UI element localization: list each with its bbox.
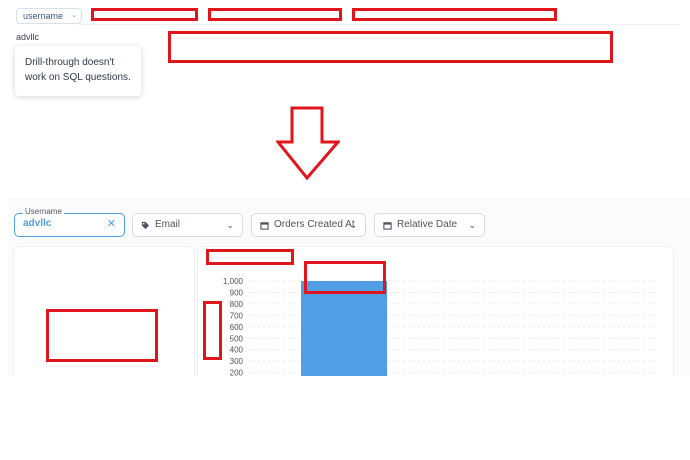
- email-filter-label: Email: [155, 219, 181, 230]
- redaction-box: [352, 8, 557, 21]
- chevron-down-icon: ⌄: [226, 220, 234, 230]
- redaction-box: [208, 8, 342, 21]
- down-arrow-icon: [276, 106, 340, 180]
- y-tick-label: 900: [230, 288, 244, 297]
- redaction-box: [203, 301, 222, 360]
- chevron-down-icon: ⌄: [468, 220, 476, 230]
- y-tick-label: 700: [230, 311, 244, 320]
- close-icon[interactable]: ✕: [107, 217, 116, 230]
- username-filter-legend: Username: [23, 207, 64, 216]
- filter-pill-label: username: [23, 11, 64, 21]
- bar[interactable]: [301, 281, 387, 376]
- y-tick-label: 1,000: [223, 277, 244, 286]
- orders-created-at-label: Orders Created At: [274, 219, 355, 230]
- dashboard-card-chart: 1,000 900 800 700 600 500 400 300 200: [198, 247, 673, 376]
- dashboard-panel: Username advllc ✕ Email ⌄ Orders Created: [8, 198, 690, 376]
- tooltip: Drill-through doesn't work on SQL questi…: [15, 46, 141, 96]
- y-tick-label: 600: [230, 323, 244, 332]
- tag-icon: [141, 214, 150, 236]
- calendar-icon: [383, 214, 392, 236]
- chevron-down-icon: ⌄: [71, 12, 78, 19]
- screenshot-root: username ⌄ advllc Drill-through doesn't …: [0, 0, 690, 460]
- y-tick-label: 300: [230, 357, 244, 366]
- relative-date-label: Relative Date: [397, 219, 458, 230]
- username-filter-input[interactable]: Username advllc ✕: [14, 207, 125, 237]
- filter-value-text: advllc: [16, 32, 40, 42]
- y-tick-label: 200: [230, 369, 244, 376]
- redaction-box: [91, 8, 198, 21]
- redaction-box: [304, 261, 386, 294]
- tooltip-text: Drill-through doesn't work on SQL questi…: [25, 57, 131, 83]
- redaction-box: [206, 249, 294, 265]
- relative-date-filter[interactable]: Relative Date ⌄: [374, 213, 485, 237]
- y-tick-label: 400: [230, 346, 244, 355]
- dashboard-card-left: [14, 247, 194, 376]
- orders-created-at-filter[interactable]: Orders Created At ⌄: [251, 213, 366, 237]
- username-filter-pill[interactable]: username ⌄: [16, 8, 83, 24]
- username-filter-value: advllc: [23, 218, 52, 229]
- chevron-down-icon: ⌄: [349, 220, 357, 230]
- bar-chart: 1,000 900 800 700 600 500 400 300 200: [223, 277, 658, 376]
- y-tick-label: 800: [230, 300, 244, 309]
- redaction-box: [46, 309, 158, 362]
- email-filter[interactable]: Email ⌄: [132, 213, 243, 237]
- divider: [78, 24, 680, 25]
- y-tick-label: 500: [230, 334, 244, 343]
- redaction-box: [168, 31, 613, 63]
- calendar-icon: [260, 214, 269, 236]
